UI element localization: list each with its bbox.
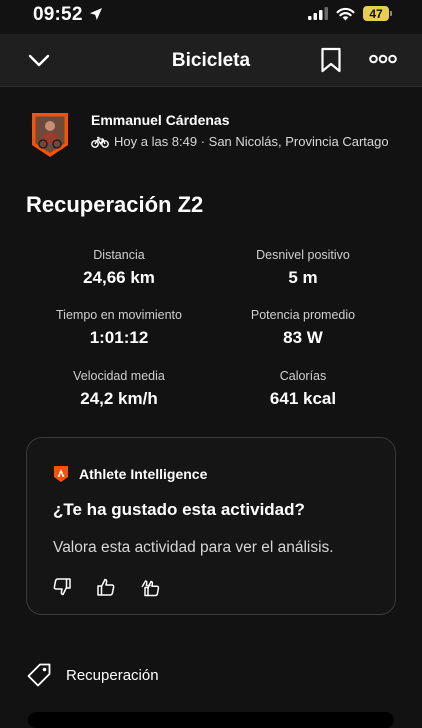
athlete-intelligence-label: Athlete Intelligence (79, 466, 208, 482)
page-title: Bicicleta (171, 50, 251, 71)
stat-value: 5 m (288, 268, 318, 287)
activity-meta-text: Hoy a las 8:49 · San Nicolás, Provincia … (114, 134, 389, 149)
tag-label: Recuperación (66, 666, 159, 684)
stat-label: Potencia promedio (250, 308, 356, 322)
stat-elevation: Desnivel positivo 5 m (218, 248, 388, 288)
header-divider (0, 86, 422, 87)
wifi-icon (336, 7, 355, 20)
stat-avg-speed: Velocidad media 24,2 km/h (34, 369, 204, 409)
status-time: 09:52 (33, 4, 83, 25)
thumbs-up-button[interactable] (95, 576, 117, 598)
stat-label: Desnivel positivo (256, 248, 350, 262)
athlete-intelligence-header: Athlete Intelligence (53, 465, 207, 483)
stat-label: Velocidad media (73, 369, 165, 383)
feedback-subtitle: Valora esta actividad para ver el anális… (53, 539, 334, 556)
tag-icon (27, 663, 51, 687)
double-thumbs-up-button[interactable] (139, 576, 161, 598)
bike-icon (91, 136, 109, 148)
stat-distance: Distancia 24,66 km (34, 248, 204, 288)
stat-value: 24,66 km (83, 268, 155, 287)
location-arrow-icon (90, 8, 102, 20)
stat-avg-power: Potencia promedio 83 W (218, 308, 388, 348)
stat-value: 1:01:12 (89, 328, 149, 347)
stat-label: Calorías (279, 369, 327, 383)
stat-calories: Calorías 641 kcal (218, 369, 388, 409)
avatar[interactable] (28, 111, 72, 159)
athlete-intelligence-card: Athlete Intelligence ¿Te ha gustado esta… (26, 437, 396, 615)
more-icon[interactable] (369, 53, 397, 65)
feedback-buttons (51, 576, 161, 598)
thumbs-up-icon (97, 578, 115, 596)
feedback-question: ¿Te ha gustado esta actividad? (53, 500, 305, 519)
stat-label: Distancia (93, 248, 145, 262)
stat-label: Tiempo en movimiento (56, 308, 182, 322)
thumbs-down-icon (53, 578, 71, 596)
thumbs-down-button[interactable] (51, 576, 73, 598)
status-bar: 09:52 47 (0, 0, 422, 34)
athlete-intelligence-icon (54, 466, 68, 482)
activity-title: Recuperación Z2 (26, 192, 204, 217)
activity-tag[interactable]: Recuperación (26, 662, 159, 688)
stat-moving-time: Tiempo en movimiento 1:01:12 (34, 308, 204, 348)
stat-value: 641 kcal (269, 389, 337, 408)
stat-value: 24,2 km/h (80, 389, 158, 408)
athlete-name[interactable]: Emmanuel Cárdenas (91, 112, 230, 128)
activity-meta: Hoy a las 8:49 · San Nicolás, Provincia … (91, 134, 389, 149)
bookmark-icon[interactable] (320, 47, 342, 73)
bottom-sheet (28, 712, 394, 728)
navigation-bar: Bicicleta (0, 34, 422, 86)
battery-icon: 47 (363, 6, 392, 21)
battery-level: 47 (363, 6, 389, 21)
double-thumbs-up-icon (141, 580, 160, 597)
stat-value: 83 W (283, 328, 323, 347)
signal-icon (308, 7, 328, 20)
